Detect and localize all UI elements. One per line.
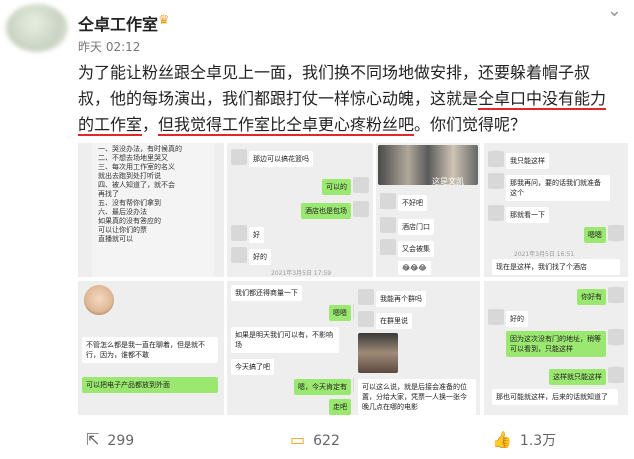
chat-bubble: 那就看一下 (506, 207, 549, 223)
image-notes: 一、哭没办法，有时候真的 二、不想去场地里哭又 三、每次用工作室的名义 就出去跑到处… (98, 145, 182, 243)
chat-bubble: 在群里说 (376, 313, 412, 329)
like-icon: 👍 (492, 430, 512, 449)
post-image-4[interactable]: 我只能这样 那我再问，要的话我们就准备这个 那就看一下 嗯嗯 2021年3月5日… (484, 143, 628, 277)
avatar[interactable] (6, 4, 68, 52)
chat-bubble: 今天搞了吧 (231, 359, 274, 375)
chat-bubble: 我能再个群吗 (376, 291, 426, 307)
chat-bubble: 那我再问，要的话我们就准备这个 (506, 175, 610, 201)
like-button[interactable]: 👍 1.3万 (492, 430, 556, 450)
chat-bubble: 好的 (249, 249, 271, 265)
chat-bubble: 因为这次没有门的地址，稍等可以看到，只能这样 (506, 331, 606, 357)
like-count: 1.3万 (519, 433, 557, 449)
action-bar: ⇱ 299 ▭ 622 👍 1.3万 (0, 418, 634, 459)
chat-bubble: 可以的 (322, 179, 351, 195)
author-name[interactable]: 仝卓工作室 (78, 11, 158, 35)
share-icon: ⇱ (86, 430, 100, 449)
chat-bubble: 😂😂😂 (398, 261, 431, 275)
chat-bubble: 嗯嗯 (584, 227, 606, 243)
share-count: 299 (107, 433, 135, 449)
chat-bubble: 我只能这样 (506, 153, 549, 169)
chat-bubble: 好 (249, 227, 264, 243)
chat-timestamp: 2021年3月5日 17:59 (271, 270, 332, 277)
photo-thumbnail (358, 333, 398, 373)
post-image-5[interactable]: 不管怎么都是我一直在聊着，但是就不行，因为，谁都不敢 可以把电子产品都放到外面 (78, 281, 224, 415)
post-image-8[interactable]: 你好有 好的 因为这次没有门的地址，稍等可以看到，只能这样 这样就只能这样 那也… (484, 281, 628, 415)
chat-bubble: 这样就只能这样 (549, 369, 606, 385)
chat-bubble: 又会被集 (398, 241, 434, 257)
post-image-6[interactable]: 我们都还得商量一下 嗯嗯 如果是明天我们可以有，不影响场 今天搞了吧 嗯，今天肯… (227, 281, 373, 415)
post-text-part3: 。你们觉得呢？ (414, 115, 527, 134)
chat-bubble: 你好有 (577, 289, 606, 305)
post-image-2[interactable]: 那边可以搞花篮吗 可以的 酒店也是包场 好 好的 2021年3月5日 17:59 (227, 143, 373, 277)
post-image-7[interactable]: 我能再个群吗 在群里说 可以这么说，就是后接会准备的位置，分给大家，凭票一人换一… (354, 281, 480, 415)
comment-icon: ▭ (290, 430, 306, 449)
chat-timestamp: 2021年3月5日 16:51 (514, 251, 575, 258)
chat-bubble: 不管怎么都是我一直在聊着，但是就不行，因为，谁都不敢 (82, 337, 218, 363)
chat-bubble: 那也可能就这样，后来的话就知道了 (492, 389, 618, 405)
post-time: 昨天 02:12 (78, 40, 141, 54)
comment-button[interactable]: ▭ 622 (290, 430, 340, 449)
chat-bubble: 嗯，今天肯定有 (294, 379, 351, 395)
chat-bubble: 酒店门口 (398, 219, 434, 235)
comment-count: 622 (313, 433, 340, 449)
post-text-part2: ， (142, 115, 159, 134)
photo-caption: 这是文凯 (432, 177, 464, 186)
post-highlight-2: 但我觉得工作室比仝卓更心疼粉丝吧 (158, 115, 415, 136)
post-image-3[interactable]: 这是文凯 不好吧 酒店门口 又会被集 😂😂😂 (376, 143, 480, 277)
chevron-down-icon[interactable]: ⌄ (607, 0, 622, 21)
chat-bubble: 走吧 (329, 399, 351, 415)
chat-bubble: 不好吧 (398, 195, 427, 211)
chat-bubble: 酒店也是包场 (301, 203, 351, 219)
post-text: 为了能让粉丝跟仝卓见上一面，我们换不同场地做安排，还要躲着帽子叔叔，他的每场演出… (78, 60, 620, 138)
chat-bubble: 我们都还得商量一下 (231, 285, 302, 301)
chat-bubble: 可以这么说，就是后接会准备的位置，分给大家，凭票一人换一张今晚几点在哪的电影 (358, 379, 476, 415)
chat-bubble: 嗯嗯 (329, 305, 351, 321)
chat-bubble: 好的 (506, 311, 528, 327)
crown-icon: ♛ (158, 13, 170, 28)
share-button[interactable]: ⇱ 299 (86, 430, 134, 449)
chat-bubble: 现在是这样，我们找了个酒店 (492, 259, 620, 275)
chat-bubble: 如果是明天我们可以有，不影响场 (231, 327, 339, 353)
photo-thumbnail (84, 285, 114, 315)
post-image-1[interactable]: 一、哭没办法，有时候真的 二、不想去场地里哭又 三、每次用工作室的名义 就出去跑到处… (78, 143, 224, 277)
chat-bubble: 那边可以搞花篮吗 (249, 151, 313, 167)
chat-bubble: 可以把电子产品都放到外面 (82, 377, 218, 393)
